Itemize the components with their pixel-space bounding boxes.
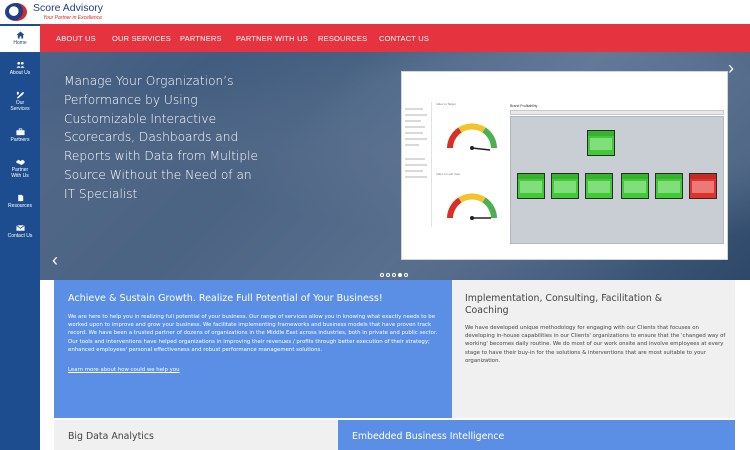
dashboard-filter-panel [402, 102, 432, 227]
learn-more-link[interactable]: Learn more about how could we help you [68, 367, 180, 373]
growth-title: Achieve & Sustain Growth. Realize Full P… [68, 293, 383, 304]
kpi-card [689, 173, 717, 199]
sidebar-item-partners[interactable]: Partners [0, 128, 40, 148]
logo-mark-icon [5, 3, 27, 21]
handshake-icon [15, 159, 25, 166]
sidebar-item-label: Contact Us [7, 233, 33, 239]
nav-about-us[interactable]: ABOUT US [56, 34, 96, 43]
logo-title: Score Advisory [33, 2, 104, 14]
nav-partner-with-us[interactable]: PARTNER WITH US [236, 34, 308, 43]
carousel-dot[interactable] [404, 273, 408, 277]
gauge-panel: Index to Target Index to Last Year [434, 102, 508, 237]
gauge-chart-last-year [447, 193, 497, 220]
kpi-card [587, 130, 615, 156]
sidebar: Home About Us Our Services Partners Part… [0, 24, 40, 450]
sidebar-item-partner-with-us[interactable]: Partner With Us [0, 158, 40, 184]
gauge-chart-target [447, 123, 497, 151]
kpi-card [655, 173, 683, 199]
nav-partners[interactable]: PARTNERS [180, 34, 222, 43]
content-gutter-right [735, 280, 750, 450]
nav-resources[interactable]: RESOURCES [318, 34, 367, 43]
carousel-prev-icon[interactable]: ‹ [52, 250, 58, 271]
tools-icon [16, 91, 24, 99]
dashboard-screenshot: Index to Target Index to Last Year Brand… [401, 71, 728, 260]
sidebar-item-label: Partner With Us [11, 167, 29, 179]
briefcase-icon [15, 128, 25, 136]
top-nav: ABOUT US OUR SERVICES PARTNERS PARTNER W… [40, 24, 750, 52]
carousel-dot[interactable] [380, 273, 384, 277]
sidebar-item-resources[interactable]: Resources [0, 194, 40, 214]
hero-carousel: Manage Your Organization’s Performance b… [40, 52, 750, 280]
dashboard-board [510, 116, 724, 244]
gauge-label-last-year: Index to Last Year [436, 172, 461, 176]
sidebar-item-contact[interactable]: Contact Us [0, 224, 40, 244]
implementation-block: Implementation, Consulting, Facilitation… [452, 280, 735, 418]
kpi-card [621, 173, 649, 199]
bigdata-title: Big Data Analytics [68, 431, 154, 442]
sidebar-item-home[interactable]: Home [0, 26, 40, 52]
sidebar-item-label: Our Services [10, 100, 30, 112]
envelope-icon [15, 225, 25, 231]
hero-headline: Manage Your Organization’s Performance b… [64, 74, 258, 201]
sidebar-item-label: Home [13, 40, 27, 46]
growth-body: We are here to help you in realizing ful… [68, 314, 438, 353]
kpi-card [551, 173, 579, 199]
embedded-bi-block[interactable]: Embedded Business Intelligence [338, 420, 735, 450]
logo[interactable]: Score Advisory Your Partner in Excellenc… [5, 2, 125, 22]
carousel-dots [380, 264, 410, 277]
carousel-dot[interactable] [392, 273, 396, 277]
growth-block: Achieve & Sustain Growth. Realize Full P… [54, 280, 452, 418]
dashboard-board-title: Brand Profitability [510, 104, 538, 108]
top-header: Score Advisory Your Partner in Excellenc… [0, 0, 750, 24]
kpi-card [585, 173, 613, 199]
bigdata-block[interactable]: Big Data Analytics [54, 420, 338, 450]
document-icon [17, 194, 23, 202]
sidebar-item-label: Resources [8, 203, 32, 209]
implementation-body: We have developed unique methodology for… [465, 325, 726, 364]
home-icon [16, 31, 24, 39]
content-gutter-left [40, 280, 54, 450]
sidebar-item-label: About Us [9, 70, 31, 76]
dashboard-toolbar [510, 110, 724, 115]
logo-tagline: Your Partner in Excellence [43, 15, 102, 21]
gauge-label-target: Index to Target [436, 102, 456, 106]
nav-our-services[interactable]: OUR SERVICES [112, 34, 171, 43]
embedded-bi-title: Embedded Business Intelligence [352, 431, 505, 442]
nav-contact-us[interactable]: CONTACT US [379, 34, 429, 43]
carousel-dot[interactable] [386, 273, 390, 277]
sidebar-item-about[interactable]: About Us [0, 61, 40, 83]
implementation-title: Implementation, Consulting, Facilitation… [465, 293, 663, 316]
people-icon [15, 61, 25, 68]
carousel-next-icon[interactable]: › [728, 58, 734, 79]
sidebar-item-services[interactable]: Our Services [0, 91, 40, 117]
carousel-dot-active[interactable] [398, 273, 402, 277]
sidebar-item-label: Partners [10, 137, 30, 143]
kpi-card [517, 173, 545, 199]
